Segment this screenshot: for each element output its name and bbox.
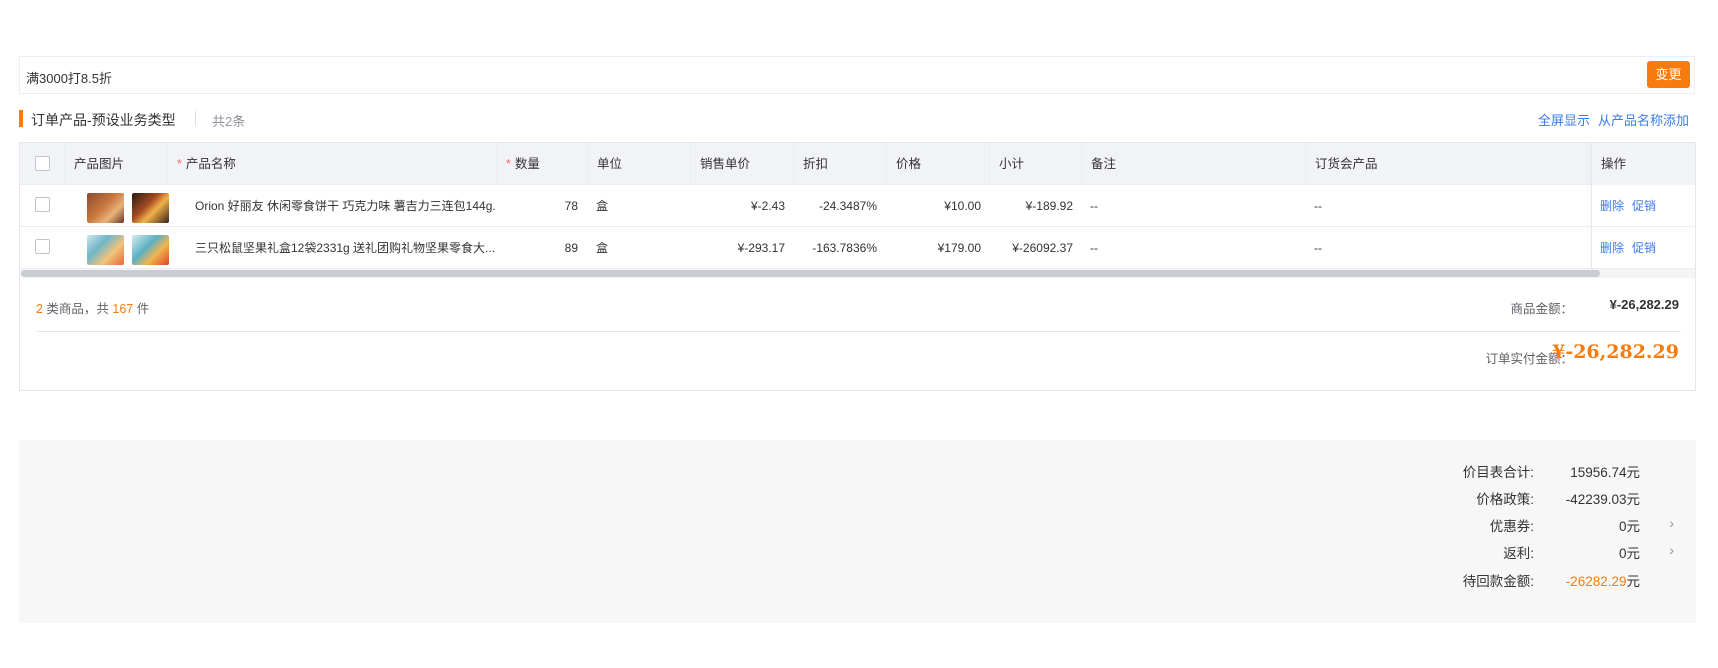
col-order-product: 订货会产品 xyxy=(1305,143,1605,185)
coupon-row[interactable]: 优惠券: 0元 › xyxy=(19,515,1696,535)
item-count: 共2条 xyxy=(212,114,246,129)
list-total-label: 价目表合计: xyxy=(1462,465,1534,480)
order-product: -- xyxy=(1314,199,1322,213)
sale-price: ¥-293.17 xyxy=(737,241,785,255)
price: ¥10.00 xyxy=(944,199,981,213)
item-summary: 2 类商品，共 167 件 xyxy=(36,298,149,317)
row-actions: 删除 促销 xyxy=(1600,227,1656,269)
pending-payment-label: 待回款金额: xyxy=(1462,574,1534,589)
section-header: 订单产品-预设业务类型 共2条 全屏显示 从产品名称添加 xyxy=(19,108,1695,130)
col-qty: * 数量 xyxy=(496,143,588,185)
col-ops: 操作 xyxy=(1591,143,1695,185)
promotion-link[interactable]: 促销 xyxy=(1632,199,1656,213)
price: ¥179.00 xyxy=(937,241,981,255)
kinds-text: 类商品，共 xyxy=(42,302,113,316)
pieces-text: 件 xyxy=(133,302,150,316)
select-all-checkbox[interactable] xyxy=(35,156,50,171)
product-name: 三只松鼠坚果礼盒12袋2331g 送礼团购礼物坚果零食大... xyxy=(195,241,495,255)
price-policy-value: -42239.03元 xyxy=(1565,492,1640,507)
product-image xyxy=(132,235,169,265)
actual-pay-amount: ¥-26,282.29 xyxy=(1552,341,1679,363)
section-title: 订单产品-预设业务类型 xyxy=(31,112,176,128)
divider xyxy=(195,111,196,126)
order-product: -- xyxy=(1314,241,1322,255)
col-note: 备注 xyxy=(1081,143,1306,185)
col-subtotal: 小计 xyxy=(989,143,1082,185)
product-image xyxy=(132,193,169,223)
list-total-value: 15956.74元 xyxy=(1570,465,1640,480)
row-checkbox[interactable] xyxy=(35,197,50,212)
product-name: Orion 好丽友 休闲零食饼干 巧克力味 薯吉力三连包144g... xyxy=(195,199,495,213)
col-sale-price: 销售单价 xyxy=(690,143,794,185)
promotion-link[interactable]: 促销 xyxy=(1632,241,1656,255)
rebate-row[interactable]: 返利: 0元 › xyxy=(19,542,1696,562)
subtotal: ¥-189.92 xyxy=(1025,199,1073,213)
unit: 盒 xyxy=(596,199,609,213)
discount: -24.3487% xyxy=(818,199,877,213)
delete-link[interactable]: 删除 xyxy=(1600,241,1624,255)
quantity: 78 xyxy=(564,199,578,213)
subtotal: ¥-26092.37 xyxy=(1012,241,1073,255)
pending-payment-amount: -26282.29 xyxy=(1565,574,1627,589)
col-unit: 单位 xyxy=(587,143,691,185)
rebate-label: 返利: xyxy=(1503,546,1534,561)
col-image: 产品图片 xyxy=(64,143,168,185)
accent-bar xyxy=(19,110,23,127)
row-checkbox[interactable] xyxy=(35,239,50,254)
pending-payment-value: -26282.29元 xyxy=(1566,570,1640,590)
pending-payment-row: 待回款金额: -26282.29元 xyxy=(19,570,1696,590)
coupon-value: 0元 xyxy=(1618,519,1640,534)
table-header: 产品图片 * 产品名称 * 数量 单位 销售单价 折扣 价格 小计 备注 订货会产品… xyxy=(20,143,1695,185)
col-price: 价格 xyxy=(886,143,990,185)
promotion-text: 满3000打8.5折 xyxy=(26,71,112,86)
change-promotion-button[interactable]: 变更 xyxy=(1647,61,1690,88)
pieces-count: 167 xyxy=(112,302,134,316)
product-image xyxy=(87,235,124,265)
col-name-label: 产品名称 xyxy=(185,157,236,171)
order-products-panel: 产品图片 * 产品名称 * 数量 单位 销售单价 折扣 价格 小计 备注 订货会产品… xyxy=(19,142,1696,391)
divider xyxy=(36,331,1681,332)
header-actions: 全屏显示 从产品名称添加 xyxy=(1538,110,1689,129)
coupon-label: 优惠券: xyxy=(1489,519,1534,534)
unit: 盒 xyxy=(596,241,609,255)
chevron-right-icon[interactable]: › xyxy=(1669,515,1674,531)
list-total-row: 价目表合计: 15956.74元 xyxy=(19,461,1696,481)
table-row: 三只松鼠坚果礼盒12袋2331g 送礼团购礼物坚果零食大... 89 盒 ¥-2… xyxy=(20,227,1695,269)
rebate-value: 0元 xyxy=(1618,546,1640,561)
fixed-column-divider xyxy=(1591,143,1592,269)
row-actions: 删除 促销 xyxy=(1600,185,1656,227)
col-name: * 产品名称 xyxy=(167,143,496,185)
fullscreen-link[interactable]: 全屏显示 xyxy=(1538,113,1590,128)
goods-amount: ¥-26,282.29 xyxy=(1609,297,1679,312)
table-row: Orion 好丽友 休闲零食饼干 巧克力味 薯吉力三连包144g... 78 盒… xyxy=(20,185,1695,227)
note: -- xyxy=(1090,199,1098,213)
add-from-product-name-link[interactable]: 从产品名称添加 xyxy=(1598,113,1689,128)
price-policy-label: 价格政策: xyxy=(1476,492,1534,507)
quantity: 89 xyxy=(564,241,578,255)
totals-panel: 价目表合计: 15956.74元 价格政策: -42239.03元 优惠券: 0… xyxy=(19,440,1696,623)
goods-amount-label: 商品金额： xyxy=(1510,302,1573,316)
delete-link[interactable]: 删除 xyxy=(1600,199,1624,213)
product-image xyxy=(87,193,124,223)
note: -- xyxy=(1090,241,1098,255)
col-qty-label: 数量 xyxy=(514,157,540,171)
col-discount: 折扣 xyxy=(793,143,886,185)
scrollbar-thumb[interactable] xyxy=(21,270,1600,277)
promotion-bar: 满3000打8.5折 变更 xyxy=(19,56,1695,94)
discount: -163.7836% xyxy=(812,241,877,255)
price-policy-row: 价格政策: -42239.03元 xyxy=(19,488,1696,508)
pending-payment-unit: 元 xyxy=(1626,574,1641,589)
horizontal-scrollbar[interactable] xyxy=(20,269,1695,278)
chevron-right-icon[interactable]: › xyxy=(1669,542,1674,558)
kinds-count: 2 xyxy=(36,302,43,316)
sale-price: ¥-2.43 xyxy=(750,199,785,213)
